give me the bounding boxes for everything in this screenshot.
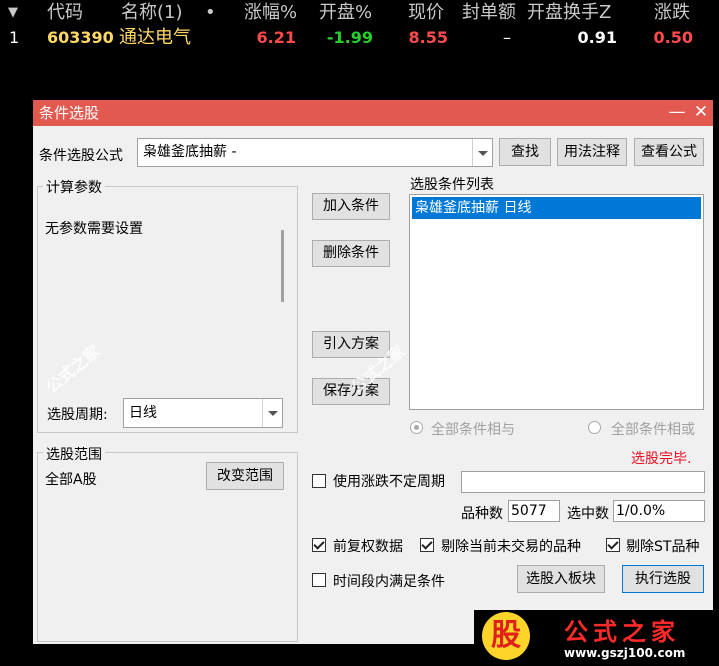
delete-condition-button[interactable]: 删除条件 bbox=[312, 240, 390, 267]
total-count-value: 5077 bbox=[511, 503, 547, 519]
price-value: 8.55 bbox=[408, 28, 448, 47]
open-pct-value: -1.99 bbox=[326, 28, 373, 47]
usage-button[interactable]: 用法注释 bbox=[557, 138, 627, 166]
col-open-pct[interactable]: 开盘% bbox=[319, 0, 372, 26]
fq-data-label: 前复权数据 bbox=[333, 539, 403, 555]
add-condition-button[interactable]: 加入条件 bbox=[312, 193, 390, 220]
to-block-button[interactable]: 选股入板块 bbox=[517, 565, 605, 593]
sort-arrow-icon[interactable]: ▼ bbox=[8, 0, 18, 26]
dialog-title: 条件选股 bbox=[39, 104, 100, 122]
params-scrollbar[interactable] bbox=[281, 230, 284, 302]
minimize-icon[interactable]: — bbox=[664, 100, 690, 126]
col-change[interactable]: 涨跌 bbox=[654, 0, 690, 26]
col-code[interactable]: 代码 bbox=[47, 0, 83, 26]
exclude-untraded-checkbox[interactable] bbox=[420, 538, 434, 552]
watermark-banner: 股 公式之家 www.gszj100.com bbox=[474, 610, 719, 666]
period-satisfy-label: 时间段内满足条件 bbox=[333, 574, 445, 590]
exclude-untraded-label: 剔除当前未交易的品种 bbox=[441, 539, 581, 555]
selected-count-label: 选中数 bbox=[567, 506, 609, 522]
col-seal-amount[interactable]: 封单额 bbox=[462, 0, 516, 26]
formula-combo[interactable]: 枭雄釜底抽薪 - bbox=[137, 138, 493, 167]
status-text: 选股完毕. bbox=[631, 451, 692, 467]
selected-count-field: 1/0.0% bbox=[613, 500, 705, 522]
open-turnover-value: 0.91 bbox=[577, 28, 617, 47]
find-button[interactable]: 查找 bbox=[499, 138, 551, 166]
condition-list[interactable]: 枭雄釜底抽薪 日线 bbox=[409, 194, 704, 410]
radio-and[interactable] bbox=[410, 421, 423, 434]
period-satisfy-checkbox[interactable] bbox=[312, 573, 326, 587]
use-period-label: 使用涨跌不定周期 bbox=[333, 474, 445, 490]
period-combo[interactable]: 日线 bbox=[123, 398, 283, 428]
save-plan-button[interactable]: 保存方案 bbox=[312, 378, 390, 405]
list-item[interactable]: 枭雄釜底抽薪 日线 bbox=[412, 197, 701, 219]
exclude-st-label: 剔除ST品种 bbox=[626, 539, 700, 555]
col-name[interactable]: 名称(1) bbox=[121, 0, 183, 26]
stock-code: 603390 bbox=[47, 28, 114, 47]
close-icon[interactable]: ✕ bbox=[688, 100, 714, 126]
period-value: 日线 bbox=[129, 405, 157, 421]
condition-list-title: 选股条件列表 bbox=[410, 177, 494, 193]
dialog-titlebar[interactable]: 条件选股 — ✕ bbox=[33, 100, 713, 126]
view-formula-button[interactable]: 查看公式 bbox=[634, 138, 704, 166]
watermark-url: www.gszj100.com bbox=[564, 646, 686, 660]
table-row[interactable]: 1 603390 通达电气 6.21 -1.99 8.55 – 0.91 0.5… bbox=[0, 26, 719, 50]
watermark-brand: 公式之家 bbox=[564, 618, 680, 646]
total-count-label: 品种数 bbox=[461, 506, 503, 522]
chevron-down-icon[interactable] bbox=[472, 139, 492, 166]
col-price[interactable]: 现价 bbox=[408, 0, 444, 26]
range-group-title: 选股范围 bbox=[43, 444, 105, 464]
change-pct-value: 6.21 bbox=[256, 28, 296, 47]
condition-select-dialog: 条件选股 — ✕ 条件选股公式 枭雄釜底抽薪 - 查找 用法注释 查看公式 计算… bbox=[33, 100, 713, 644]
radio-or[interactable] bbox=[588, 421, 601, 434]
col-change-pct[interactable]: 涨幅% bbox=[244, 0, 297, 26]
formula-value: 枭雄釜底抽薪 - bbox=[143, 144, 237, 160]
import-plan-button[interactable]: 引入方案 bbox=[312, 331, 390, 358]
logo-icon: 股 bbox=[482, 612, 530, 660]
col-open-turnover[interactable]: 开盘换手Z bbox=[527, 0, 611, 26]
range-text: 全部A股 bbox=[45, 472, 97, 488]
exclude-st-checkbox[interactable] bbox=[606, 538, 620, 552]
use-period-checkbox[interactable] bbox=[312, 474, 326, 488]
params-text: 无参数需要设置 bbox=[45, 221, 143, 237]
selected-count-value: 1/0.0% bbox=[616, 503, 666, 519]
change-value: 0.50 bbox=[653, 28, 693, 47]
stock-name: 通达电气 bbox=[119, 27, 191, 48]
radio-or-label: 全部条件相或 bbox=[611, 422, 695, 438]
radio-and-label: 全部条件相与 bbox=[431, 422, 515, 438]
period-label: 选股周期: bbox=[47, 407, 108, 423]
period-input[interactable] bbox=[461, 471, 705, 493]
formula-label: 条件选股公式 bbox=[39, 148, 123, 164]
execute-button[interactable]: 执行选股 bbox=[622, 565, 704, 593]
chevron-down-icon[interactable] bbox=[262, 399, 282, 427]
stock-table-header: ▼ 代码 名称(1) • 涨幅% 开盘% 现价 封单额 开盘换手Z 涨跌 bbox=[0, 0, 719, 26]
fq-data-checkbox[interactable] bbox=[312, 538, 326, 552]
row-index: 1 bbox=[9, 28, 20, 47]
col-dot[interactable]: • bbox=[205, 0, 216, 26]
condition-item-text: 枭雄釜底抽薪 日线 bbox=[415, 200, 532, 216]
seal-amount-value: – bbox=[503, 28, 511, 47]
change-range-button[interactable]: 改变范围 bbox=[206, 462, 284, 490]
params-group-title: 计算参数 bbox=[43, 177, 105, 197]
total-count-field: 5077 bbox=[508, 500, 560, 522]
